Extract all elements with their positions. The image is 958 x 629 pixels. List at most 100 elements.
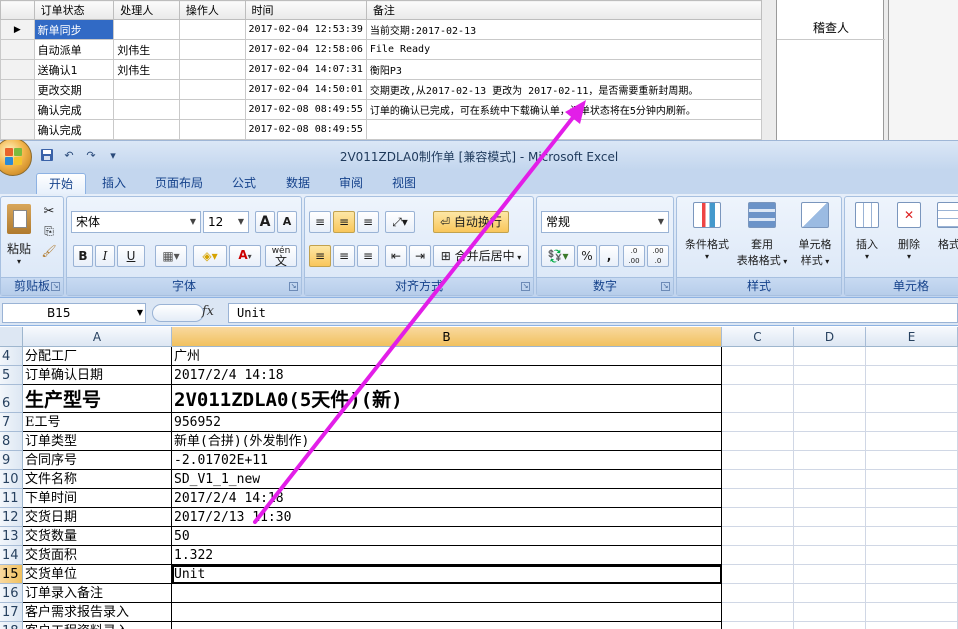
cell-a8[interactable]: 订单类型 (23, 432, 172, 451)
row-header-15[interactable]: 15 (0, 565, 23, 584)
empty-cell[interactable] (866, 565, 958, 584)
currency-icon[interactable]: 💱▾ (541, 245, 575, 267)
align-middle-icon[interactable]: ≡ (333, 211, 355, 233)
tab-page-layout[interactable]: 页面布局 (146, 173, 212, 194)
empty-cell[interactable] (722, 546, 794, 565)
conditional-format-button[interactable]: 条件格式 ▾ (679, 201, 735, 275)
order-row[interactable]: 确认完成 2017-02-08 08:49:55 订单的确认已完成，可在系统中下载确… (0, 99, 762, 120)
col-header-status[interactable]: 订单状态 (33, 0, 115, 20)
cell-a16[interactable]: 订单录入备注 (23, 584, 172, 603)
row-header-8[interactable]: 8 (0, 432, 23, 451)
phonetic-button[interactable]: wén 文 (265, 245, 297, 267)
operator-cell[interactable] (178, 19, 246, 40)
empty-cell[interactable] (722, 385, 794, 413)
time-cell[interactable]: 2017-02-08 08:49:55 (244, 99, 367, 120)
empty-cell[interactable] (794, 565, 866, 584)
cell-b10[interactable]: SD_V1_1_new (172, 470, 722, 489)
cell-a12[interactable]: 交货日期 (23, 508, 172, 527)
cell-a9[interactable]: 合同序号 (23, 451, 172, 470)
row-header-13[interactable]: 13 (0, 527, 23, 546)
cell-a10[interactable]: 文件名称 (23, 470, 172, 489)
dialog-launcher-icon[interactable]: ↘ (289, 282, 298, 291)
empty-cell[interactable] (722, 451, 794, 470)
time-cell[interactable]: 2017-02-04 14:07:31 (244, 59, 367, 80)
cell-b5[interactable]: 2017/2/4 14:18 (172, 366, 722, 385)
bold-button[interactable]: B (73, 245, 93, 267)
tab-review[interactable]: 审阅 (331, 173, 371, 194)
cell-a18[interactable]: 客户工程资料录入 (23, 622, 172, 629)
cell-b6[interactable]: 2V011ZDLA0(5天件)(新) (172, 385, 722, 413)
row-header-14[interactable]: 14 (0, 546, 23, 565)
row-header[interactable] (0, 99, 35, 120)
handler-cell[interactable] (113, 99, 180, 120)
font-name-combo[interactable]: 宋体 ▼ (71, 211, 201, 233)
empty-cell[interactable] (866, 385, 958, 413)
comma-button[interactable]: , (599, 245, 619, 267)
empty-cell[interactable] (866, 584, 958, 603)
row-header-18[interactable]: 18 (0, 622, 23, 629)
cell-a17[interactable]: 客户需求报告录入 (23, 603, 172, 622)
empty-cell[interactable] (794, 508, 866, 527)
cell-a15[interactable]: 交货单位 (23, 565, 172, 584)
align-center-icon[interactable]: ≡ (333, 245, 355, 267)
status-cell[interactable]: 新单同步 (33, 19, 115, 40)
row-header-10[interactable]: 10 (0, 470, 23, 489)
col-header-handler[interactable]: 处理人 (113, 0, 180, 20)
copy-icon[interactable]: ⎘ (39, 223, 59, 241)
percent-button[interactable]: % (577, 245, 597, 267)
cell-b8[interactable]: 新单(合拼)(外发制作) (172, 432, 722, 451)
cell-b18[interactable] (172, 622, 722, 629)
borders-icon[interactable]: ▦▾ (155, 245, 187, 267)
empty-cell[interactable] (866, 366, 958, 385)
number-format-combo[interactable]: 常规 ▼ (541, 211, 669, 233)
note-cell[interactable] (365, 119, 762, 140)
cell-a5[interactable]: 订单确认日期 (23, 366, 172, 385)
empty-cell[interactable] (794, 603, 866, 622)
chevron-down-icon[interactable]: ▼ (137, 304, 143, 322)
time-cell[interactable]: 2017-02-04 14:50:01 (244, 79, 367, 100)
order-row[interactable]: 自动派单 刘伟生 2017-02-04 12:58:06 File Ready (0, 39, 762, 60)
decrease-decimal-button[interactable]: .00 .0 (647, 245, 669, 267)
operator-cell[interactable] (178, 119, 246, 140)
operator-cell[interactable] (178, 99, 246, 120)
empty-cell[interactable] (866, 347, 958, 366)
cell-b12[interactable]: 2017/2/13 11:30 (172, 508, 722, 527)
format-cells-button[interactable]: 格式 (931, 201, 958, 275)
row-header[interactable] (0, 59, 35, 80)
chevron-down-icon[interactable]: ▼ (186, 212, 200, 232)
chevron-down-icon[interactable]: ▼ (234, 212, 248, 232)
row-header[interactable] (0, 79, 35, 100)
note-cell[interactable]: 交期更改,从2017-02-13 更改为 2017-02-11，是否需要重新封周… (365, 79, 762, 100)
cell-b15[interactable]: Unit (172, 565, 722, 584)
column-header-a[interactable]: A (23, 327, 172, 347)
cell-styles-button[interactable]: 单元格 样式 ▾ (789, 201, 841, 275)
empty-cell[interactable] (866, 546, 958, 565)
empty-cell[interactable] (866, 432, 958, 451)
handler-cell[interactable] (113, 79, 180, 100)
empty-cell[interactable] (866, 489, 958, 508)
font-color-button[interactable]: A▾ (229, 245, 261, 267)
status-cell[interactable]: 确认完成 (33, 99, 115, 120)
cell-b4[interactable]: 广州 (172, 347, 722, 366)
cell-b17[interactable] (172, 603, 722, 622)
tab-view[interactable]: 视图 (384, 173, 424, 194)
handler-cell[interactable] (113, 119, 180, 140)
align-bottom-icon[interactable]: ≡ (357, 211, 379, 233)
dialog-launcher-icon[interactable]: ↘ (51, 282, 60, 291)
empty-cell[interactable] (794, 546, 866, 565)
note-cell[interactable]: 当前交期:2017-02-13 (365, 19, 762, 40)
empty-cell[interactable] (866, 527, 958, 546)
orientation-icon[interactable]: ⤢▾ (385, 211, 415, 233)
tab-formulas[interactable]: 公式 (224, 173, 264, 194)
empty-cell[interactable] (722, 489, 794, 508)
row-header-7[interactable]: 7 (0, 413, 23, 432)
empty-cell[interactable] (722, 366, 794, 385)
empty-cell[interactable] (722, 527, 794, 546)
fill-color-icon[interactable]: ◈▾ (193, 245, 227, 267)
note-cell[interactable]: 订单的确认已完成，可在系统中下载确认单，订单状态将在5分钟内刷新。 (365, 99, 762, 120)
paste-button[interactable]: 粘贴 ▾ (3, 201, 35, 266)
row-header-6[interactable]: 6 (0, 385, 23, 413)
row-header-5[interactable]: 5 (0, 366, 23, 385)
shrink-font-button[interactable]: A (277, 211, 297, 233)
align-right-icon[interactable]: ≡ (357, 245, 379, 267)
